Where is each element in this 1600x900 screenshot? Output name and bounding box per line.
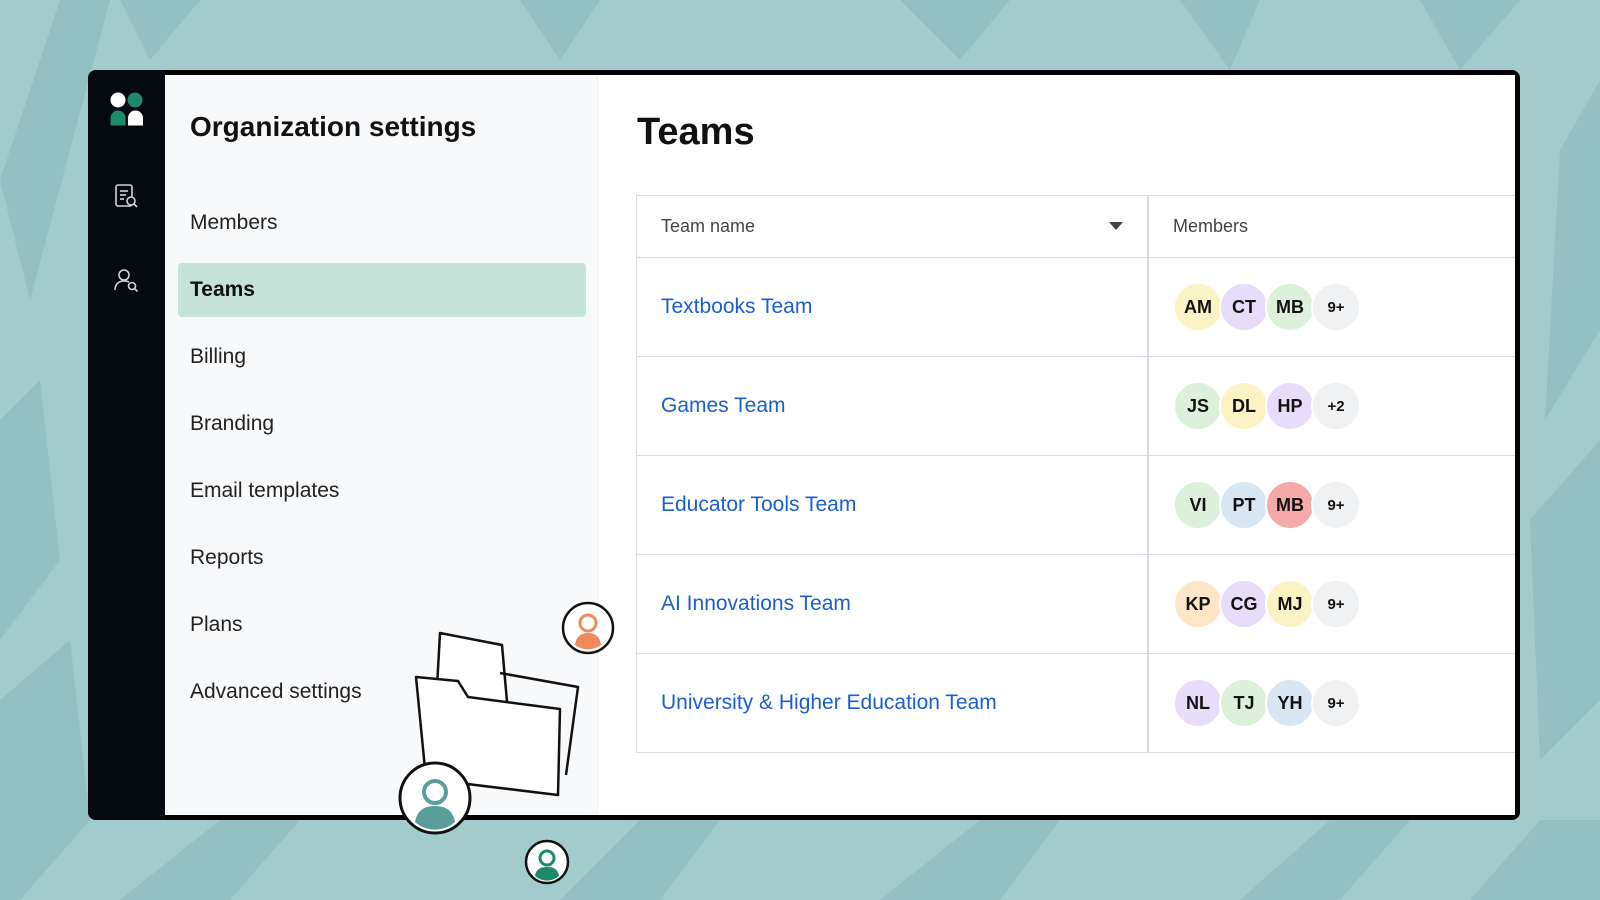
user-avatar-icon <box>398 761 472 835</box>
teams-table: Team name Members Textbooks Team AM CT M… <box>636 195 1515 753</box>
content-area: Organization settings Members Teams Bill… <box>165 75 1515 815</box>
more-members-badge: +2 <box>1311 381 1361 431</box>
team-name-link[interactable]: Textbooks Team <box>661 295 812 319</box>
avatar: NL <box>1173 678 1223 728</box>
member-avatars[interactable]: VI PT MB 9+ <box>1173 480 1361 530</box>
member-avatars[interactable]: KP CG MJ 9+ <box>1173 579 1361 629</box>
app-window: Organization settings Members Teams Bill… <box>88 70 1520 820</box>
avatar: VI <box>1173 480 1223 530</box>
more-members-badge: 9+ <box>1311 579 1361 629</box>
column-label: Members <box>1173 216 1249 236</box>
more-members-badge: 9+ <box>1311 480 1361 530</box>
table-row: Games Team JS DL HP +2 <box>637 357 1515 456</box>
team-name-link[interactable]: University & Higher Education Team <box>661 691 997 715</box>
column-team-name[interactable]: Team name <box>637 196 1149 257</box>
user-avatar-icon <box>561 601 615 655</box>
avatar: MB <box>1265 480 1315 530</box>
avatar: MJ <box>1265 579 1315 629</box>
nav-item-teams[interactable]: Teams <box>178 263 586 317</box>
nav-item-billing[interactable]: Billing <box>178 330 586 384</box>
avatar: PT <box>1219 480 1269 530</box>
left-rail <box>88 70 165 820</box>
avatar: JS <box>1173 381 1223 431</box>
table-row: Textbooks Team AM CT MB 9+ <box>637 258 1515 357</box>
settings-title: Organization settings <box>190 111 477 142</box>
nav-item-members[interactable]: Members <box>178 196 586 250</box>
more-members-badge: 9+ <box>1311 678 1361 728</box>
user-avatar-icon <box>524 839 570 885</box>
page-title: Teams <box>637 111 755 153</box>
nav-item-email-templates[interactable]: Email templates <box>178 464 586 518</box>
column-members: Members <box>1149 196 1515 257</box>
avatar: AM <box>1173 282 1223 332</box>
column-label: Team name <box>661 216 756 236</box>
avatar: CG <box>1219 579 1269 629</box>
avatar: TJ <box>1219 678 1269 728</box>
avatar: YH <box>1265 678 1315 728</box>
team-name-link[interactable]: Educator Tools Team <box>661 493 856 517</box>
app-logo-icon[interactable] <box>110 92 144 126</box>
table-header: Team name Members <box>637 196 1515 258</box>
avatar: MB <box>1265 282 1315 332</box>
team-name-link[interactable]: AI Innovations Team <box>661 592 851 616</box>
more-members-badge: 9+ <box>1311 282 1361 332</box>
avatar: HP <box>1265 381 1315 431</box>
avatar: KP <box>1173 579 1223 629</box>
table-row: University & Higher Education Team NL TJ… <box>637 654 1515 753</box>
nav-item-reports[interactable]: Reports <box>178 531 586 585</box>
table-row: Educator Tools Team VI PT MB 9+ <box>637 456 1515 555</box>
table-row: AI Innovations Team KP CG MJ 9+ <box>637 555 1515 654</box>
caret-down-icon[interactable] <box>1109 222 1123 230</box>
member-avatars[interactable]: AM CT MB 9+ <box>1173 282 1361 332</box>
nav-item-branding[interactable]: Branding <box>178 397 586 451</box>
user-search-icon[interactable] <box>112 266 140 294</box>
team-name-link[interactable]: Games Team <box>661 394 786 418</box>
avatar: DL <box>1219 381 1269 431</box>
document-search-icon[interactable] <box>112 182 140 210</box>
member-avatars[interactable]: NL TJ YH 9+ <box>1173 678 1361 728</box>
member-avatars[interactable]: JS DL HP +2 <box>1173 381 1361 431</box>
avatar: CT <box>1219 282 1269 332</box>
